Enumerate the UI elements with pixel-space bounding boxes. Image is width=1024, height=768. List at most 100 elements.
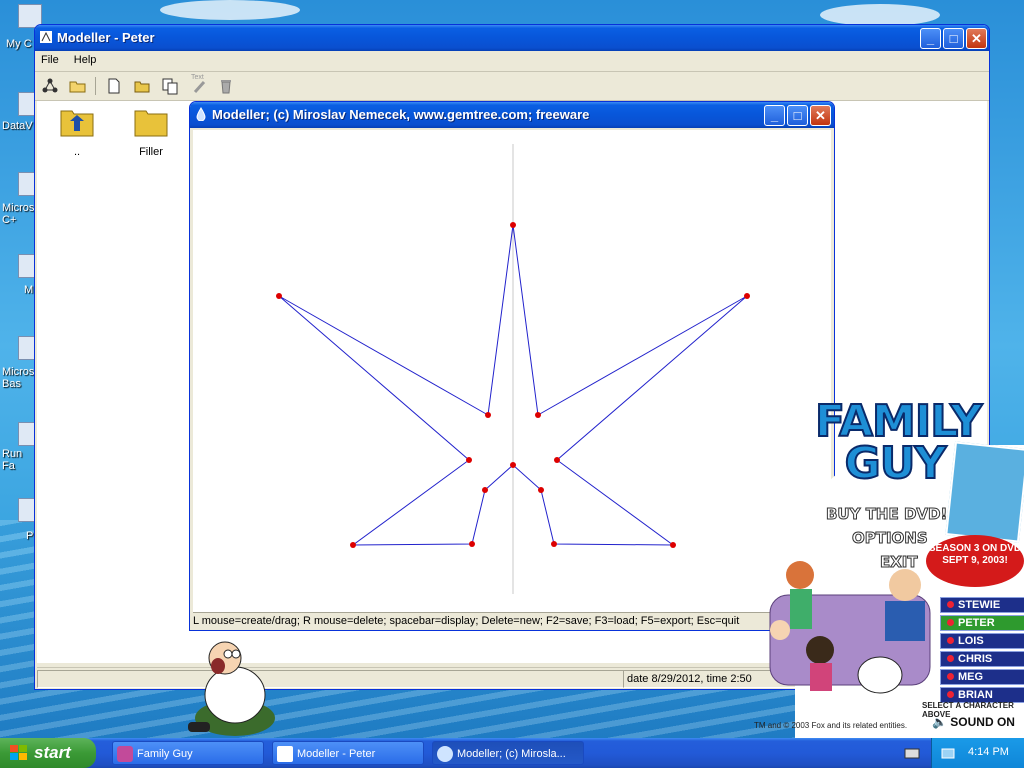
keyboard-icon[interactable] xyxy=(904,746,920,760)
toolbar: Text xyxy=(35,72,989,101)
copy-icon[interactable] xyxy=(161,77,179,95)
new-document-icon[interactable] xyxy=(105,77,123,95)
minimize-button[interactable]: _ xyxy=(764,105,785,126)
folder-icon xyxy=(134,110,168,137)
desktop-icon-p[interactable]: P xyxy=(0,498,42,542)
menu-file[interactable]: File xyxy=(35,51,65,69)
vertex[interactable] xyxy=(535,412,541,418)
menubar: File Help xyxy=(35,51,989,72)
buy-dvd-button[interactable]: BUY THE DVD! xyxy=(825,505,947,524)
network-icon[interactable] xyxy=(41,77,59,95)
folder-up-icon xyxy=(60,110,94,137)
desktop-icon-label: Run Fa xyxy=(2,448,23,472)
open-folder-icon[interactable] xyxy=(69,77,87,95)
water-drop-icon xyxy=(196,107,206,121)
clock[interactable]: 4:14 PM xyxy=(968,746,1009,758)
folder-item-up[interactable]: .. xyxy=(59,107,95,158)
toolbar-separator xyxy=(95,77,96,95)
character-chris[interactable]: CHRIS xyxy=(940,651,1024,667)
options-button[interactable]: OPTIONS xyxy=(852,529,929,548)
start-button[interactable]: start xyxy=(0,738,96,768)
desktop-icon-label: My C xyxy=(6,38,32,50)
vertex[interactable] xyxy=(466,457,472,463)
folder-item-filler[interactable]: Filler xyxy=(133,107,169,158)
vertex[interactable] xyxy=(670,542,676,548)
editor-window: Modeller; (c) Miroslav Nemecek, www.gemt… xyxy=(189,101,835,631)
network-tray-icon[interactable] xyxy=(940,745,956,761)
desktop-icon-datav[interactable]: DataV xyxy=(0,92,42,132)
windows-logo-icon xyxy=(10,745,27,760)
water-drop-icon xyxy=(437,746,453,762)
vertex[interactable] xyxy=(485,412,491,418)
status-pane-left xyxy=(37,670,624,688)
peter-cartoon xyxy=(188,641,275,736)
vertex[interactable] xyxy=(554,457,560,463)
cloud xyxy=(820,4,940,26)
maximize-button[interactable]: □ xyxy=(787,105,808,126)
character-name: LOIS xyxy=(958,635,984,647)
close-button[interactable]: ✕ xyxy=(966,28,987,49)
desktop-icon-label: M xyxy=(24,284,34,296)
radio-icon xyxy=(947,673,954,680)
desktop-icon-label: Micros Bas xyxy=(2,366,35,390)
character-meg[interactable]: MEG xyxy=(940,669,1024,685)
vertex[interactable] xyxy=(469,541,475,547)
desktop-icon-label: Micros C+ xyxy=(2,202,35,226)
vertex[interactable] xyxy=(482,487,488,493)
desktop-icon-run-fa[interactable]: Run Fa xyxy=(0,422,42,472)
radio-icon xyxy=(947,655,954,662)
desktop-icon-micros-bas[interactable]: Micros Bas xyxy=(0,336,42,390)
vertex[interactable] xyxy=(350,542,356,548)
vertex[interactable] xyxy=(276,293,282,299)
star-model xyxy=(276,144,750,594)
vertex[interactable] xyxy=(510,222,516,228)
desktop-icon-label: DataV xyxy=(2,120,33,132)
taskbar-item-modeller-editor[interactable]: Modeller; (c) Mirosla... xyxy=(432,741,584,765)
desktop-icon-label: P xyxy=(26,530,34,542)
menu-help[interactable]: Help xyxy=(68,51,103,69)
main-window-title: Modeller - Peter xyxy=(57,30,155,45)
main-window-titlebar[interactable]: Modeller - Peter _ □ ✕ xyxy=(35,25,989,51)
start-label: start xyxy=(34,743,71,762)
taskbar-item-modeller-peter[interactable]: Modeller - Peter xyxy=(272,741,424,765)
minimize-button[interactable]: _ xyxy=(920,28,941,49)
character-list: STEWIE PETER LOIS CHRIS MEG BRIAN xyxy=(940,597,1024,705)
desktop-icon-m[interactable]: M xyxy=(0,254,42,296)
speaker-icon: 🔈 xyxy=(932,715,947,729)
editor-statusbar: L mouse=create/drag; R mouse=delete; spa… xyxy=(193,612,831,629)
task-label: Family Guy xyxy=(137,748,193,760)
character-lois[interactable]: LOIS xyxy=(940,633,1024,649)
radio-icon xyxy=(947,601,954,608)
vertex[interactable] xyxy=(551,541,557,547)
character-peter[interactable]: PETER xyxy=(940,615,1024,631)
desktop-icon-my-computer[interactable]: My C xyxy=(0,4,42,50)
radio-icon xyxy=(947,691,954,698)
desktop-icon-micros-c[interactable]: Micros C+ xyxy=(0,172,42,226)
delete-icon[interactable] xyxy=(217,77,235,95)
modeller-app-icon xyxy=(40,31,52,43)
cloud xyxy=(160,0,300,20)
character-stewie[interactable]: STEWIE xyxy=(940,597,1024,613)
vertex[interactable] xyxy=(744,293,750,299)
taskbar-item-family-guy[interactable]: Family Guy xyxy=(112,741,264,765)
dvd-cover xyxy=(945,441,1024,543)
editor-window-titlebar[interactable]: Modeller; (c) Miroslav Nemecek, www.gemt… xyxy=(190,102,834,128)
vertex[interactable] xyxy=(538,487,544,493)
task-label: Modeller; (c) Mirosla... xyxy=(457,748,566,760)
character-name: STEWIE xyxy=(958,599,1001,611)
folder-label: .. xyxy=(73,146,81,158)
vertex[interactable] xyxy=(510,462,516,468)
character-name: CHRIS xyxy=(958,653,993,665)
close-button[interactable]: ✕ xyxy=(810,105,831,126)
copyright-text: TM and © 2003 Fox and its related entiti… xyxy=(754,721,908,730)
family-guy-icon xyxy=(117,746,133,762)
family-guy-widget: FAMILY GUY BUY THE DVD! OPTIONS EXIT SEA… xyxy=(740,395,1024,740)
character-name: PETER xyxy=(958,617,995,629)
maximize-button[interactable]: □ xyxy=(943,28,964,49)
drawing-canvas[interactable] xyxy=(193,130,831,612)
edit-text-icon[interactable] xyxy=(191,77,209,95)
sound-label: SOUND ON xyxy=(950,715,1015,729)
new-folder-icon[interactable] xyxy=(133,77,151,95)
sound-toggle[interactable]: 🔈 SOUND ON xyxy=(932,715,1015,729)
family-couch-illustration xyxy=(769,561,931,694)
